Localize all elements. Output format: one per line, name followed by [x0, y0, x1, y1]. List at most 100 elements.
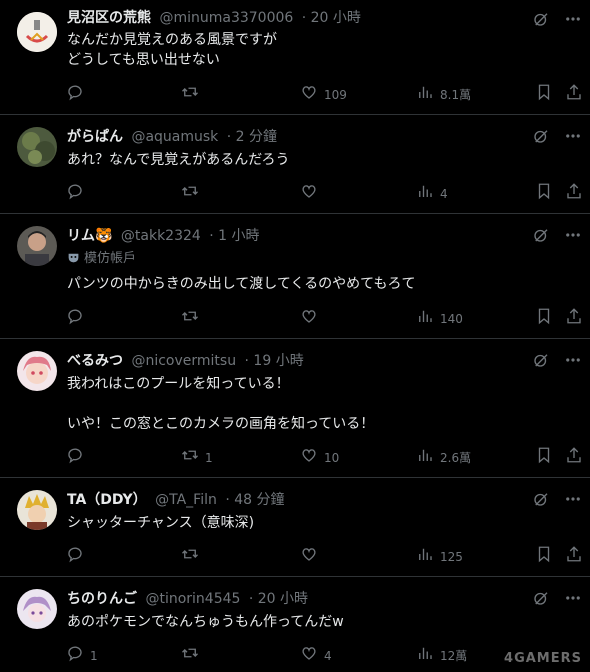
share-icon — [565, 307, 583, 331]
views-button[interactable]: 12萬 — [416, 644, 467, 668]
reply-icon — [66, 545, 84, 569]
reply-button[interactable]: 1 — [66, 644, 98, 668]
avatar[interactable] — [17, 127, 57, 167]
handle[interactable]: @minuma3370006 — [159, 10, 293, 26]
bookmark-button[interactable] — [535, 446, 553, 470]
like-button[interactable] — [300, 307, 318, 331]
views-button[interactable]: 125 — [416, 545, 463, 569]
timestamp[interactable]: · 20 小時 — [249, 591, 308, 607]
more-icon[interactable] — [564, 351, 582, 373]
grok-icon[interactable] — [532, 10, 550, 32]
tweet-header: べるみつ @nicovermitsu · 19 小時 — [67, 351, 304, 371]
more-icon[interactable] — [564, 226, 582, 248]
display-name[interactable]: リム🐯 — [67, 228, 112, 244]
share-button[interactable] — [565, 182, 583, 206]
reply-button[interactable] — [66, 545, 84, 569]
avatar[interactable] — [17, 351, 57, 391]
more-icon[interactable] — [564, 490, 582, 512]
mask-icon — [67, 251, 80, 264]
retweet-button[interactable] — [181, 307, 199, 331]
retweet-button[interactable] — [181, 83, 199, 107]
more-icon[interactable] — [564, 127, 582, 149]
avatar[interactable] — [17, 12, 57, 52]
bookmark-button[interactable] — [535, 545, 553, 569]
bookmark-button[interactable] — [535, 83, 553, 107]
timestamp[interactable]: · 1 小時 — [209, 228, 259, 244]
like-icon — [300, 182, 318, 206]
handle[interactable]: @nicovermitsu — [131, 353, 236, 369]
reply-button[interactable] — [66, 182, 84, 206]
timestamp[interactable]: · 19 小時 — [245, 353, 304, 369]
tweet-header: リム🐯 @takk2324 · 1 小時 — [67, 226, 260, 246]
bookmark-button[interactable] — [535, 307, 553, 331]
retweet-icon — [181, 307, 199, 331]
handle[interactable]: @tinorin4545 — [145, 591, 240, 607]
like-button[interactable]: 109 — [300, 83, 347, 107]
views-icon — [416, 644, 434, 668]
retweet-button[interactable] — [181, 182, 199, 206]
tweet-header: TA（DDY） @TA_Filn · 48 分鐘 — [67, 490, 284, 510]
tweet[interactable]: ちのりんご @tinorin4545 · 20 小時 あのポケモンでなんちゅうも… — [0, 577, 590, 672]
tweet[interactable]: べるみつ @nicovermitsu · 19 小時 我われはこのプールを知って… — [0, 339, 590, 478]
like-button[interactable] — [300, 545, 318, 569]
views-count: 140 — [440, 312, 463, 326]
reply-button[interactable] — [66, 307, 84, 331]
views-button[interactable]: 140 — [416, 307, 463, 331]
retweet-icon — [181, 83, 199, 107]
views-button[interactable]: 4 — [416, 182, 448, 206]
tweet[interactable]: TA（DDY） @TA_Filn · 48 分鐘 シャッターチャンス（意味深) … — [0, 478, 590, 577]
grok-icon[interactable] — [532, 226, 550, 248]
grok-icon[interactable] — [532, 127, 550, 149]
bookmark-icon — [535, 446, 553, 470]
reply-button[interactable] — [66, 83, 84, 107]
grok-icon[interactable] — [532, 351, 550, 373]
retweet-button[interactable]: 1 — [181, 446, 213, 470]
share-button[interactable] — [565, 307, 583, 331]
share-icon — [565, 446, 583, 470]
views-count: 4 — [440, 187, 448, 201]
share-button[interactable] — [565, 83, 583, 107]
avatar[interactable] — [17, 490, 57, 530]
grok-icon[interactable] — [532, 589, 550, 611]
share-button[interactable] — [565, 545, 583, 569]
display-name[interactable]: TA（DDY） — [67, 492, 147, 508]
share-icon — [565, 83, 583, 107]
share-button[interactable] — [565, 446, 583, 470]
grok-icon[interactable] — [532, 490, 550, 512]
bookmark-icon — [535, 545, 553, 569]
tweet[interactable]: リム🐯 @takk2324 · 1 小時 模仿帳戶 パンツの中からきのみ出して渡… — [0, 214, 590, 339]
handle[interactable]: @aquamusk — [131, 129, 218, 145]
reply-button[interactable] — [66, 446, 84, 470]
display-name[interactable]: 見沼区の荒熊 — [67, 10, 151, 26]
parody-label-text: 模仿帳戶 — [84, 251, 137, 266]
views-button[interactable]: 8.1萬 — [416, 83, 471, 107]
avatar[interactable] — [17, 226, 57, 266]
more-icon[interactable] — [564, 589, 582, 611]
display-name[interactable]: べるみつ — [67, 353, 123, 369]
like-button[interactable]: 10 — [300, 446, 339, 470]
views-button[interactable]: 2.6萬 — [416, 446, 471, 470]
like-button[interactable] — [300, 182, 318, 206]
retweet-button[interactable] — [181, 545, 199, 569]
display-name[interactable]: ちのりんご — [67, 591, 137, 607]
timestamp[interactable]: · 2 分鐘 — [227, 129, 277, 145]
reply-icon — [66, 307, 84, 331]
like-icon — [300, 545, 318, 569]
retweet-button[interactable] — [181, 644, 199, 668]
timestamp[interactable]: · 48 分鐘 — [225, 492, 284, 508]
share-icon — [565, 545, 583, 569]
tweet[interactable]: がらぱん @aquamusk · 2 分鐘 あれ？なんで見覚えがあるんだろう 4 — [0, 115, 590, 214]
tweet-text: なんだか見覚えのある風景ですが どうしても思い出せない — [67, 32, 277, 68]
retweet-icon — [181, 182, 199, 206]
like-icon — [300, 83, 318, 107]
timestamp[interactable]: · 20 小時 — [302, 10, 361, 26]
avatar[interactable] — [17, 589, 57, 629]
bookmark-button[interactable] — [535, 182, 553, 206]
display-name[interactable]: がらぱん — [67, 129, 123, 145]
handle[interactable]: @TA_Filn — [155, 492, 217, 508]
handle[interactable]: @takk2324 — [121, 228, 201, 244]
more-icon[interactable] — [564, 10, 582, 32]
views-count: 2.6萬 — [440, 451, 472, 465]
tweet[interactable]: 見沼区の荒熊 @minuma3370006 · 20 小時 なんだか見覚えのある… — [0, 0, 590, 115]
like-button[interactable]: 4 — [300, 644, 332, 668]
